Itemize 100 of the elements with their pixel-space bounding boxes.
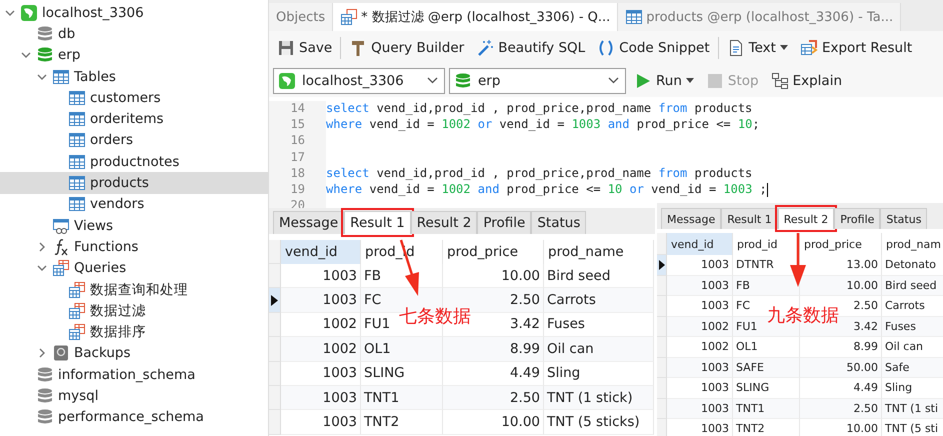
chevron-icon[interactable] [5,8,15,18]
table-cell: Bird seed [882,276,943,296]
chevron-icon[interactable] [37,348,47,358]
result-tab[interactable]: Result 2 [410,211,478,234]
table-cell: 10.00 [800,276,882,296]
tree-item[interactable]: 数据过滤 [0,300,268,322]
table-cell: 8.99 [443,337,544,362]
toolbar-button[interactable]: Beautify SQL [472,36,590,58]
result-tab[interactable]: Message [273,211,344,234]
caret-icon [780,44,788,50]
tree-item[interactable]: Queries [0,258,268,279]
row-indicator[interactable] [269,288,281,313]
database-icon [36,386,54,405]
function-icon [52,238,70,256]
row-pointer-icon [658,260,664,270]
result-tab[interactable]: Profile [834,208,880,229]
tree-item[interactable]: Views [0,214,268,236]
column-header[interactable]: prod_price [443,240,544,264]
toolbar-button[interactable]: Text [722,36,792,58]
chevron-down-icon [608,77,619,84]
toolbar-button[interactable]: Save [273,36,336,58]
result-tab[interactable]: Status [880,208,928,229]
dolphin-icon [20,4,38,22]
row-indicator[interactable] [657,255,667,276]
tree-item-label: localhost_3306 [42,4,144,21]
tree-item[interactable]: customers [0,87,268,108]
tree-item[interactable]: mysql [0,385,268,407]
line-number: 17 [269,150,326,166]
table-icon [68,152,86,171]
result-tab[interactable]: Result 1 [344,211,411,234]
result-tab[interactable]: Status [531,211,586,234]
chevron-icon[interactable] [37,263,47,274]
editor-tab[interactable]: products @erp (localhost_3306) - Ta... [618,3,902,31]
tree-item[interactable]: Tables [0,66,268,88]
table-cell: 2.50 [443,386,544,410]
chevron-icon[interactable] [37,72,47,82]
column-header[interactable]: prod_name [544,240,654,264]
backup-icon [52,344,70,362]
table-cell: 1003 [281,288,361,313]
table-cell: Safe [882,358,943,378]
tree-item[interactable]: orderitems [0,108,268,130]
database-icon [454,72,472,90]
column-header[interactable]: prod_price [800,233,882,255]
tree-item[interactable]: db [0,23,268,45]
tree-item[interactable]: Backups [0,342,268,364]
tree-item-label: products [90,175,149,192]
table-cell: TNT1 [361,386,443,410]
tree-item[interactable]: performance_schema [0,406,268,428]
result-tab[interactable]: Profile [477,211,532,234]
tree-item[interactable]: vendors [0,194,268,215]
result-tab[interactable]: Result 1 [721,208,778,229]
column-header[interactable]: prod_nam [882,233,943,255]
chevron-icon[interactable] [21,50,31,60]
view-icon [52,216,70,235]
query-icon [52,259,70,278]
tree-item[interactable]: Functions [0,236,268,258]
tree-item[interactable]: localhost_3306 [0,2,268,24]
tree-item-label: information_schema [58,366,196,383]
query-icon [68,323,86,342]
column-header[interactable]: vend_id [667,233,733,255]
toolbar-button[interactable]: Export Result [796,36,916,58]
toolbar-button[interactable]: Query Builder [345,36,468,58]
table-cell: Carrots [544,288,654,313]
table-cell: OL1 [361,337,443,362]
tree-item[interactable]: productnotes [0,151,268,172]
action-button[interactable]: Explain [766,70,846,92]
line-number: 15 [269,117,326,134]
table-cell: Oil can [544,337,654,362]
table-icon [68,110,86,128]
tree-item[interactable]: 数据查询和处理 [0,278,268,300]
action-button[interactable]: Run [630,70,698,92]
editor-tab[interactable]: * 数据过滤 @erp (localhost_3306) - Q... [333,3,618,31]
magic-wand-icon [476,38,494,56]
query-icon [340,8,358,26]
table-cell: 1003 [667,419,733,436]
stop-icon [706,72,724,90]
row-pointer-icon [271,294,278,306]
tree-item-label: orderitems [90,111,164,128]
editor-tab[interactable]: Objects [269,3,334,31]
play-icon [634,72,652,90]
code-line: select vend_id,prod_id , prod_price,prod_name from products [326,101,752,117]
connection-dropdown[interactable]: localhost_3306 [273,68,445,94]
database-dropdown[interactable]: erp [449,68,626,94]
tree-item-label: erp [58,47,80,64]
column-header[interactable]: prod_id [733,233,800,255]
table-cell: 2.50 [800,398,882,419]
toolbar-button[interactable]: Code Snippet [593,36,714,58]
result-tab[interactable]: Message [661,208,722,229]
column-header[interactable]: vend_id [281,240,361,264]
line-number: 14 [269,101,326,118]
table-cell: SAFE [733,358,800,378]
tree-item[interactable]: products [0,172,268,194]
result-tab[interactable]: Result 2 [778,208,834,229]
table-cell: 1003 [667,276,733,296]
tree-item[interactable]: orders [0,130,268,152]
chevron-icon[interactable] [37,242,47,252]
tree-item[interactable]: information_schema [0,364,268,386]
table-icon [68,88,86,107]
tree-item[interactable]: 数据排序 [0,321,268,343]
tree-item[interactable]: erp [0,44,268,66]
